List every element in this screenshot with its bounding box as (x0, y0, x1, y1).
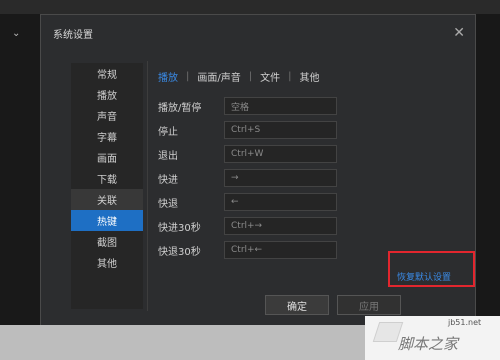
hotkey-field-rewind-30s[interactable]: Ctrl+← (224, 241, 337, 259)
hotkey-row: 快进 → (158, 167, 337, 189)
nav-item-screenshot[interactable]: 截图 (71, 231, 143, 252)
tab-separator: | (248, 71, 253, 82)
nav-item-download[interactable]: 下载 (71, 168, 143, 189)
nav-item-association[interactable]: 关联 (71, 189, 143, 210)
hotkey-label: 快退30秒 (158, 246, 201, 258)
settings-nav: 常规 播放 声音 字幕 画面 下载 关联 热键 截图 其他 (71, 63, 143, 309)
hotkey-field-exit[interactable]: Ctrl+W (224, 145, 337, 163)
tab-file[interactable]: 文件 (260, 69, 280, 84)
nav-item-other[interactable]: 其他 (71, 252, 143, 273)
restore-defaults-link[interactable]: 恢复默认设置 (397, 270, 451, 283)
hotkey-label: 停止 (158, 126, 178, 138)
apply-button[interactable]: 应用 (337, 295, 401, 315)
tab-playback[interactable]: 播放 (158, 69, 178, 84)
nav-item-subtitles[interactable]: 字幕 (71, 126, 143, 147)
settings-dialog: 系统设置 ✕ 常规 播放 声音 字幕 画面 下载 关联 热键 截图 其他 播放 … (40, 14, 476, 336)
hotkey-list: 播放/暂停 空格 停止 Ctrl+S 退出 Ctrl+W 快进 → 快退 ← 快… (158, 95, 337, 263)
close-icon[interactable]: ✕ (453, 26, 465, 40)
hotkey-row: 退出 Ctrl+W (158, 143, 337, 165)
nav-item-hotkeys[interactable]: 热键 (71, 210, 143, 231)
hotkey-field-stop[interactable]: Ctrl+S (224, 121, 337, 139)
dialog-titlebar: 系统设置 ✕ (41, 15, 475, 51)
hotkey-field-play-pause[interactable]: 空格 (224, 97, 337, 115)
hotkey-field-forward-30s[interactable]: Ctrl+→ (224, 217, 337, 235)
hotkey-label: 快进 (158, 174, 178, 186)
nav-item-playback[interactable]: 播放 (71, 84, 143, 105)
tab-separator: | (288, 71, 292, 82)
background-toolbar (0, 0, 500, 14)
hotkey-row: 快退 ← (158, 191, 337, 213)
tab-separator: | (186, 71, 190, 82)
hotkey-row: 停止 Ctrl+S (158, 119, 337, 141)
dialog-title: 系统设置 (53, 29, 93, 41)
hotkey-row: 播放/暂停 空格 (158, 95, 337, 117)
nav-item-sound[interactable]: 声音 (71, 105, 143, 126)
hotkey-tabs: 播放 | 画面/声音 | 文件 | 其他 (158, 69, 320, 84)
watermark-name: 脚本之家 (398, 335, 459, 353)
nav-item-picture[interactable]: 画面 (71, 147, 143, 168)
hotkey-label: 快进30秒 (158, 222, 201, 234)
dialog-buttons: 确定 应用 (265, 295, 409, 315)
chevron-down-icon[interactable]: ⌄ (12, 28, 20, 39)
watermark-url: jb51.net (448, 318, 482, 327)
tab-other[interactable]: 其他 (300, 69, 320, 84)
hotkey-row: 快退30秒 Ctrl+← (158, 239, 337, 261)
hotkey-field-forward[interactable]: → (224, 169, 337, 187)
hotkey-label: 快退 (158, 198, 178, 210)
ok-button[interactable]: 确定 (265, 295, 329, 315)
hotkey-row: 快进30秒 Ctrl+→ (158, 215, 337, 237)
nav-item-general[interactable]: 常规 (71, 63, 143, 84)
background-panel: ⌄ (0, 14, 40, 360)
hotkey-field-rewind[interactable]: ← (224, 193, 337, 211)
background-right-panel (474, 14, 500, 360)
tab-picture-sound[interactable]: 画面/声音 (197, 69, 240, 84)
hotkey-label: 播放/暂停 (158, 102, 202, 114)
hotkey-label: 退出 (158, 150, 178, 162)
panel-divider (147, 61, 148, 311)
